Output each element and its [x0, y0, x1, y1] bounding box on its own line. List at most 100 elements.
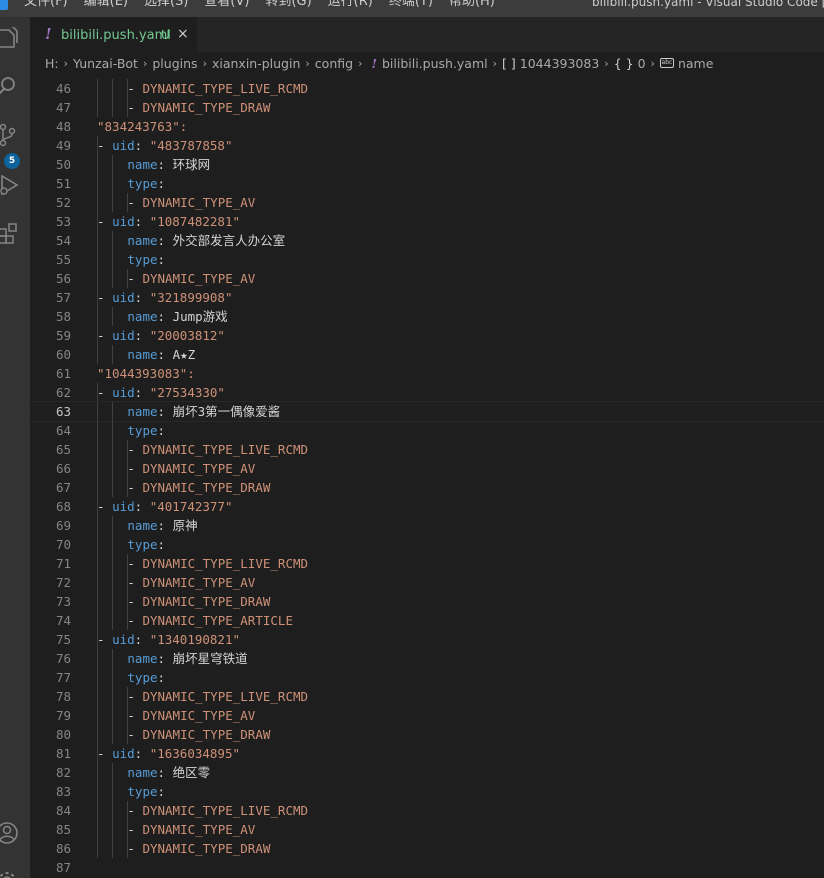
breadcrumb-symbol[interactable]: name: [678, 56, 713, 71]
menu-help[interactable]: 帮助(H): [449, 0, 495, 10]
code-line[interactable]: 69 name: 原神: [30, 516, 824, 535]
menu-terminal[interactable]: 终端(T): [389, 0, 433, 10]
code-line[interactable]: 59 - uid: "20003812": [30, 326, 824, 345]
code-line[interactable]: 73 - DYNAMIC_TYPE_DRAW: [30, 592, 824, 611]
settings-gear-icon[interactable]: [0, 867, 20, 878]
code-text: - DYNAMIC_TYPE_LIVE_RCMD: [127, 687, 308, 706]
code-line[interactable]: 51 type:: [30, 174, 824, 193]
breadcrumb-folder[interactable]: config: [315, 56, 353, 71]
code-line[interactable]: 77 type:: [30, 668, 824, 687]
code-line[interactable]: 55 type:: [30, 250, 824, 269]
code-line[interactable]: 56 - DYNAMIC_TYPE_AV: [30, 269, 824, 288]
code-line[interactable]: 60 name: A★Z: [30, 345, 824, 364]
code-line[interactable]: 52 - DYNAMIC_TYPE_AV: [30, 193, 824, 212]
indent-guide: [97, 459, 98, 478]
code-text: - DYNAMIC_TYPE_ARTICLE: [127, 611, 293, 630]
menu-go[interactable]: 转到(G): [265, 0, 311, 10]
code-editor[interactable]: 46 - DYNAMIC_TYPE_LIVE_RCMD 47 - DYNAMIC_TY…: [30, 74, 824, 878]
code-line[interactable]: 79 - DYNAMIC_TYPE_AV: [30, 706, 824, 725]
code-line[interactable]: 57 - uid: "321899908": [30, 288, 824, 307]
extensions-icon[interactable]: [0, 221, 20, 245]
indent-guide: [112, 611, 114, 630]
code-line[interactable]: 63 name: 崩坏3第一偶像爱酱: [30, 401, 824, 422]
code-line[interactable]: 85 - DYNAMIC_TYPE_AV: [30, 820, 824, 839]
code-line[interactable]: 86 - DYNAMIC_TYPE_DRAW: [30, 839, 824, 858]
menu-file[interactable]: 文件(F): [24, 0, 68, 10]
code-line[interactable]: 46 - DYNAMIC_TYPE_LIVE_RCMD: [30, 79, 824, 98]
breadcrumb-folder[interactable]: xianxin-plugin: [212, 56, 300, 71]
menu-run[interactable]: 运行(R): [328, 0, 373, 10]
yaml-key: name: [127, 347, 158, 362]
chevron-right-icon: ›: [202, 56, 207, 70]
run-debug-icon[interactable]: [0, 173, 20, 197]
breadcrumb-folder[interactable]: plugins: [152, 56, 197, 71]
yaml-value: A★Z: [172, 347, 196, 362]
code-text: name: A★Z: [127, 345, 195, 364]
code-line[interactable]: 76 name: 崩坏星穹铁道: [30, 649, 824, 668]
code-line[interactable]: 65 - DYNAMIC_TYPE_LIVE_RCMD: [30, 440, 824, 459]
yaml-key: type: [127, 537, 158, 552]
tab-bilibili-push-yaml[interactable]: ! bilibili.push.yaml U ×: [30, 17, 197, 52]
code-line[interactable]: 68 - uid: "401742377": [30, 497, 824, 516]
code-line[interactable]: 53 - uid: "1087482281": [30, 212, 824, 231]
menu-view[interactable]: 查看(V): [204, 0, 249, 10]
code-line[interactable]: 58 name: Jump游戏: [30, 307, 824, 326]
breadcrumb-file[interactable]: bilibili.push.yaml: [382, 56, 488, 71]
indent-guide: [112, 649, 114, 668]
breadcrumb-symbol[interactable]: 0: [638, 56, 646, 71]
code-text: - uid: "483787858": [97, 136, 233, 155]
breadcrumb-drive[interactable]: H:: [45, 56, 59, 71]
code-line[interactable]: 47 - DYNAMIC_TYPE_DRAW: [30, 98, 824, 117]
yaml-key: uid: [112, 385, 135, 400]
code-line[interactable]: 80 - DYNAMIC_TYPE_DRAW: [30, 725, 824, 744]
chevron-right-icon: ›: [305, 56, 310, 70]
list-dash: -: [97, 632, 113, 647]
code-line[interactable]: 78 - DYNAMIC_TYPE_LIVE_RCMD: [30, 687, 824, 706]
code-line[interactable]: 72 - DYNAMIC_TYPE_AV: [30, 573, 824, 592]
code-line[interactable]: 48 "834243763":: [30, 117, 824, 136]
indent-guide: [97, 535, 98, 554]
code-text: - uid: "1636034895": [97, 744, 240, 763]
indent-guide: [112, 516, 114, 535]
close-icon[interactable]: ×: [177, 26, 189, 42]
menu-edit[interactable]: 编辑(E): [84, 0, 128, 10]
code-text: name: 崩坏3第一偶像爱酱: [127, 402, 280, 421]
yaml-list-value: DYNAMIC_TYPE_LIVE_RCMD: [142, 556, 309, 571]
code-text: name: 环球网: [127, 155, 210, 174]
yaml-file-icon: !: [45, 25, 52, 43]
code-line[interactable]: 54 name: 外交部发言人办公室: [30, 231, 824, 250]
line-number: 78: [55, 689, 71, 704]
source-control-icon[interactable]: [0, 123, 20, 147]
code-line[interactable]: 62 - uid: "27534330": [30, 383, 824, 402]
account-icon[interactable]: [0, 821, 20, 845]
code-line[interactable]: 82 name: 绝区零: [30, 763, 824, 782]
search-icon[interactable]: [0, 75, 20, 99]
yaml-colon: :: [157, 309, 173, 324]
code-line[interactable]: 67 - DYNAMIC_TYPE_DRAW: [30, 478, 824, 497]
code-line[interactable]: 61 "1044393083":: [30, 364, 824, 383]
indent-guide: [112, 839, 114, 858]
breadcrumb-symbol[interactable]: 1044393083: [520, 56, 600, 71]
code-line[interactable]: 83 type:: [30, 782, 824, 801]
code-text: type:: [127, 782, 165, 801]
code-line[interactable]: 50 name: 环球网: [30, 155, 824, 174]
code-line[interactable]: 81 - uid: "1636034895": [30, 744, 824, 763]
code-line[interactable]: 70 type:: [30, 535, 824, 554]
code-line[interactable]: 74 - DYNAMIC_TYPE_ARTICLE: [30, 611, 824, 630]
code-line[interactable]: 66 - DYNAMIC_TYPE_AV: [30, 459, 824, 478]
menu-selection[interactable]: 选择(S): [144, 0, 188, 10]
yaml-list-value: DYNAMIC_TYPE_AV: [142, 575, 256, 590]
indent-guide: [97, 706, 98, 725]
chevron-right-icon: ›: [492, 56, 498, 70]
code-line[interactable]: 84 - DYNAMIC_TYPE_LIVE_RCMD: [30, 801, 824, 820]
code-line[interactable]: 71 - DYNAMIC_TYPE_LIVE_RCMD: [30, 554, 824, 573]
code-text: name: 原神: [127, 516, 197, 535]
breadcrumb-folder[interactable]: Yunzai-Bot: [73, 56, 138, 71]
code-line[interactable]: 75 - uid: "1340190821": [30, 630, 824, 649]
code-line[interactable]: 64 type:: [30, 421, 824, 440]
code-line[interactable]: 49 - uid: "483787858": [30, 136, 824, 155]
title-bar: 文件(F) 编辑(E) 选择(S) 查看(V) 转到(G) 运行(R) 终端(T…: [0, 0, 824, 17]
yaml-key: uid: [112, 290, 135, 305]
code-line[interactable]: 87: [30, 858, 824, 877]
explorer-icon[interactable]: [0, 27, 20, 51]
